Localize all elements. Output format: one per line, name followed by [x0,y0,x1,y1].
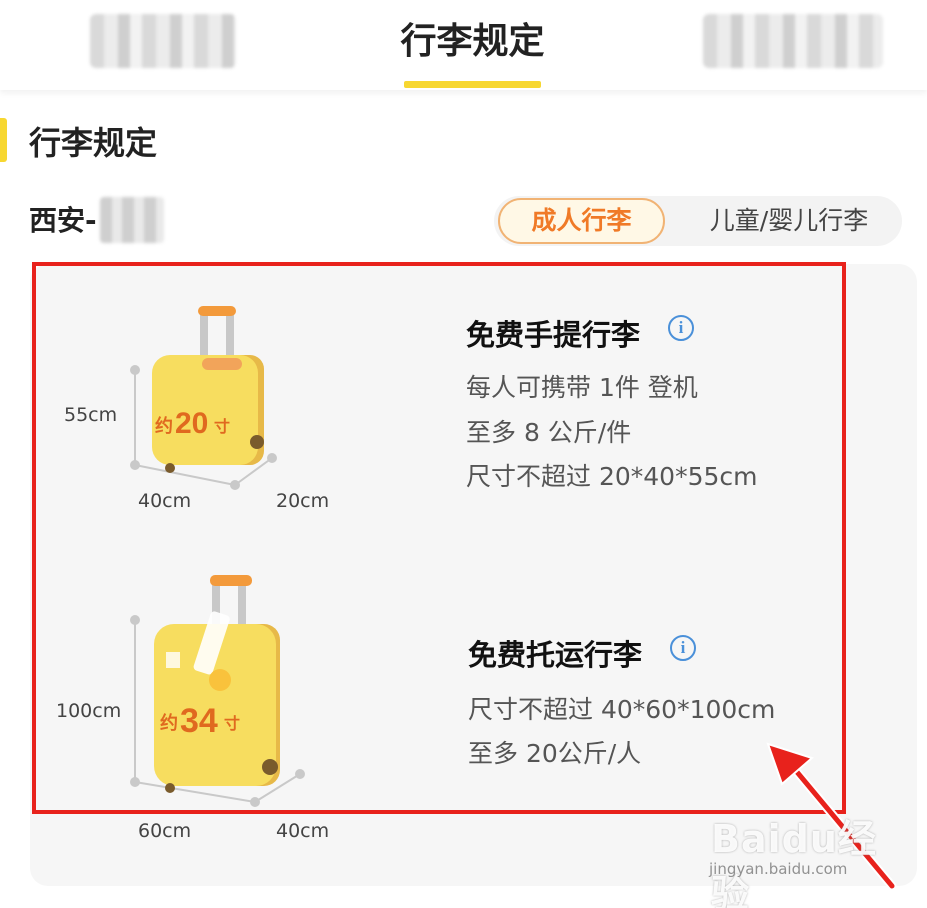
checked-dim-depth: 40cm [276,820,330,842]
baidu-watermark: Baidu经验 jingyan.baidu.com [705,808,915,908]
watermark-logo-text: Baidu经验 [711,817,877,908]
route-label: 西安- [29,204,97,237]
annotation-highlight-box [32,262,846,814]
section-accent-bar [0,118,7,162]
top-tab-bar: 行李规定 [0,0,927,90]
section-title: 行李规定 [29,124,158,162]
tab-blurred-right[interactable] [703,14,883,68]
watermark-url: jingyan.baidu.com [709,860,848,878]
toggle-child-infant-baggage[interactable]: 儿童/婴儿行李 [684,198,894,244]
tab-blurred-left[interactable] [90,14,236,68]
active-tab-indicator [404,81,541,88]
passenger-type-toggle: 成人行李 儿童/婴儿行李 [494,196,902,246]
checked-dim-width: 60cm [138,820,192,842]
tab-baggage-rules[interactable]: 行李规定 [380,12,565,64]
toggle-adult-baggage[interactable]: 成人行李 [498,198,665,244]
route-destination-blurred [100,197,164,243]
